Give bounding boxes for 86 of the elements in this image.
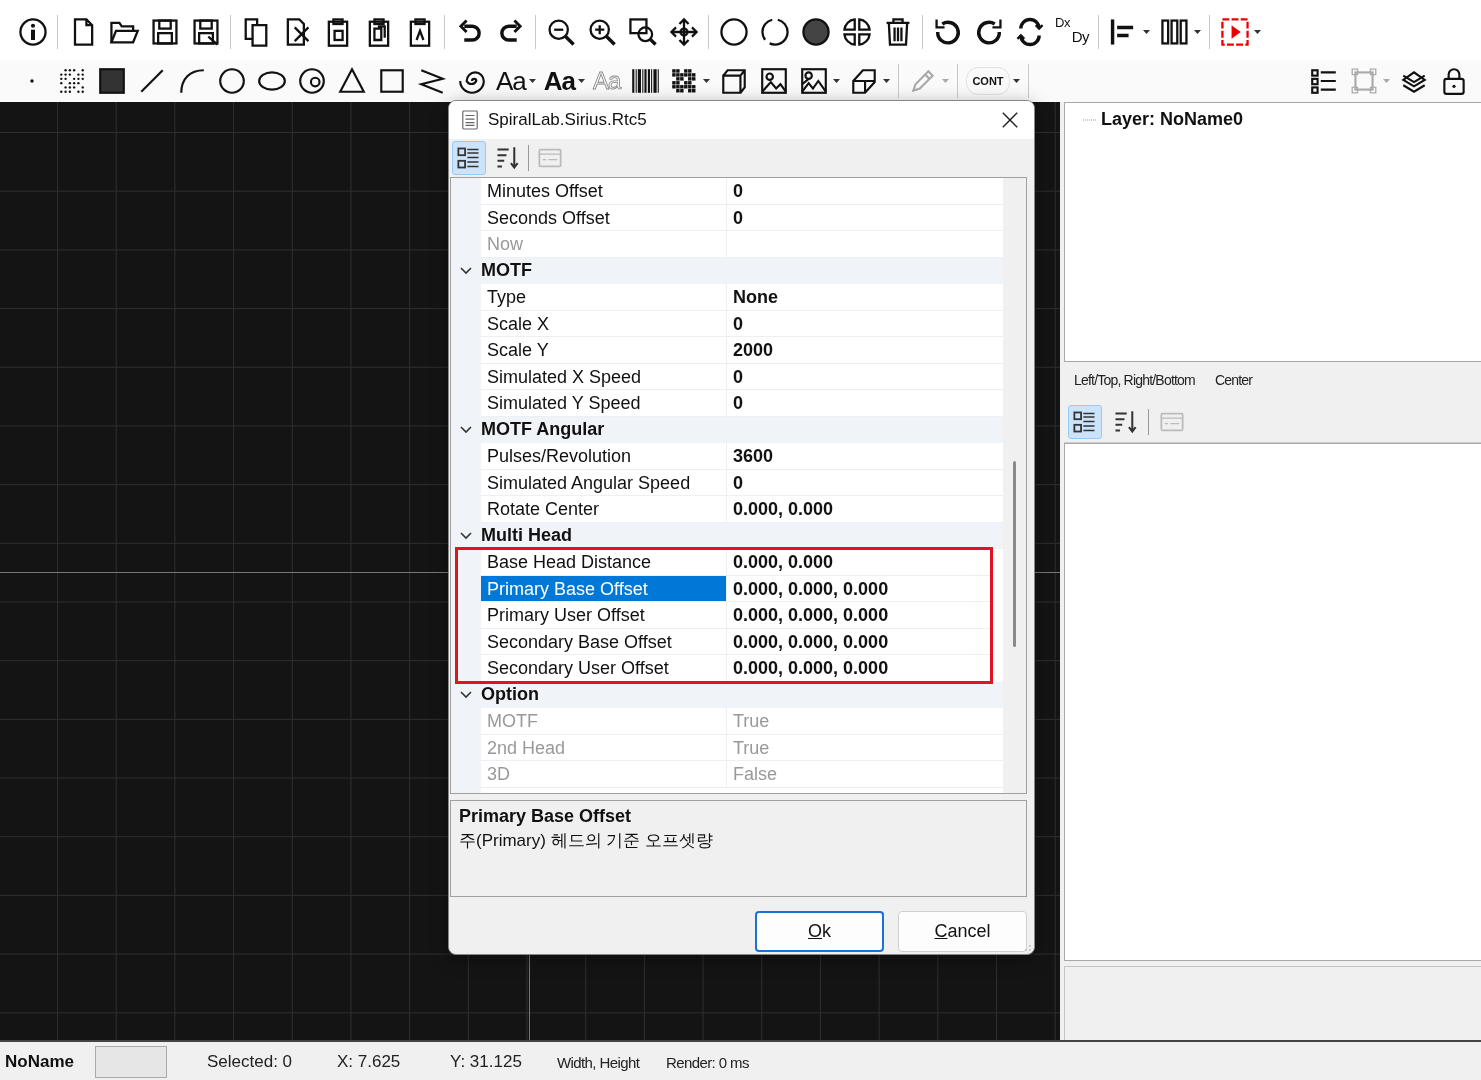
tree-item[interactable]: Layer: NoName0 bbox=[1101, 109, 1244, 130]
description-text: 주(Primary) 헤드의 기준 오프셋량 bbox=[459, 830, 715, 852]
property-value[interactable]: 0 bbox=[733, 366, 743, 387]
status-text: Width, Height bbox=[557, 1053, 641, 1071]
description-title: Primary Base Offset bbox=[459, 806, 633, 827]
zoom-window-icon[interactable] bbox=[626, 16, 659, 48]
caret-icon[interactable] bbox=[1254, 30, 1261, 34]
mode-button[interactable]: CONT bbox=[966, 67, 1010, 95]
property-value[interactable]: 0.000, 0.000 bbox=[733, 552, 834, 572]
property-name[interactable]: Scale X bbox=[481, 310, 727, 337]
category-name[interactable]: Option bbox=[481, 684, 539, 706]
property-value[interactable]: 0 bbox=[733, 313, 743, 334]
property-value[interactable]: 0.000, 0.000, 0.000 bbox=[733, 658, 889, 678]
resize-grip-icon[interactable] bbox=[1022, 942, 1032, 952]
property-name[interactable]: Pulses/Revolution bbox=[481, 443, 727, 470]
tree-connector-icon bbox=[1083, 118, 1097, 121]
property-name[interactable]: Base Head Distance bbox=[481, 549, 727, 576]
property-name[interactable]: Rotate Center bbox=[481, 496, 727, 523]
property-name[interactable]: Primary User Offset bbox=[481, 602, 727, 629]
status-text: Y: 31.125 bbox=[450, 1052, 523, 1072]
scrollbar-thumb[interactable] bbox=[1013, 461, 1016, 647]
property-value[interactable]: 2000 bbox=[733, 340, 774, 360]
document-name: NoName bbox=[4, 1052, 75, 1072]
category-name[interactable]: Multi Head bbox=[481, 525, 572, 547]
property-value[interactable]: 0 bbox=[733, 472, 743, 493]
property-value[interactable]: None bbox=[733, 287, 778, 307]
property-name[interactable]: Simulated Angular Speed bbox=[481, 469, 727, 496]
image-icon[interactable] bbox=[799, 66, 830, 96]
category-name[interactable]: MOTF Angular bbox=[481, 419, 605, 441]
triangle-icon[interactable] bbox=[337, 66, 367, 96]
rectangle-icon[interactable] bbox=[377, 66, 407, 96]
play-icon[interactable] bbox=[1218, 16, 1251, 48]
column-label: Left/Top, Right/Bottom bbox=[1074, 372, 1195, 390]
property-name[interactable]: Secondary User Offset bbox=[481, 655, 727, 682]
caret-icon[interactable] bbox=[833, 79, 841, 83]
property-name[interactable]: Secondary Base Offset bbox=[481, 628, 727, 655]
property-name[interactable]: Minutes Offset bbox=[481, 178, 727, 205]
categorized-view-icon[interactable] bbox=[452, 141, 486, 175]
outline-font-button[interactable]: Aa bbox=[593, 66, 621, 96]
delta-button[interactable]: Dx Dy bbox=[1055, 16, 1089, 48]
cancel-button[interactable]: Cancel bbox=[898, 911, 1027, 952]
columns-icon[interactable] bbox=[1158, 16, 1191, 48]
property-name[interactable]: Simulated Y Speed bbox=[481, 390, 727, 417]
property-value[interactable]: 0.000, 0.000, 0.000 bbox=[733, 631, 889, 652]
barcode-icon[interactable] bbox=[629, 66, 660, 96]
info-icon[interactable] bbox=[16, 16, 49, 48]
pan-icon[interactable] bbox=[667, 16, 700, 48]
categorized-view-icon[interactable] bbox=[1068, 405, 1102, 439]
property-value[interactable]: 0 bbox=[733, 393, 743, 413]
caret-icon[interactable] bbox=[528, 79, 536, 83]
property-name[interactable]: Type bbox=[481, 284, 727, 311]
circle-icon[interactable] bbox=[717, 16, 750, 48]
circle-icon[interactable] bbox=[217, 66, 247, 96]
ok-button[interactable]: Ok bbox=[755, 911, 884, 952]
list-icon[interactable] bbox=[1309, 66, 1339, 96]
property-value[interactable]: 3600 bbox=[733, 446, 774, 466]
caret-icon[interactable] bbox=[1012, 79, 1020, 83]
property-name[interactable]: Primary Base Offset bbox=[481, 575, 727, 602]
dots-icon[interactable] bbox=[57, 66, 87, 96]
property-name[interactable]: Simulated X Speed bbox=[481, 363, 727, 390]
property-value[interactable]: 0 bbox=[733, 207, 743, 228]
property-value[interactable]: 0.000, 0.000 bbox=[733, 499, 834, 519]
font-button[interactable]: Aa bbox=[496, 66, 526, 96]
category-name[interactable]: MOTF bbox=[481, 260, 532, 282]
caret-icon[interactable] bbox=[578, 79, 586, 83]
caret-icon[interactable] bbox=[1143, 30, 1150, 34]
close-icon[interactable] bbox=[1001, 111, 1019, 129]
property-value[interactable]: 0 bbox=[733, 181, 743, 201]
group-icon[interactable] bbox=[840, 16, 873, 48]
caret-icon[interactable] bbox=[703, 79, 711, 83]
status-text: Render: 0 ms bbox=[666, 1053, 749, 1071]
property-name[interactable]: Scale Y bbox=[481, 337, 727, 364]
column-label: Center bbox=[1214, 372, 1253, 390]
property-value[interactable]: 0.000, 0.000, 0.000 bbox=[733, 578, 889, 599]
bold-font-button[interactable]: Aa bbox=[543, 66, 576, 96]
raster-icon[interactable] bbox=[97, 66, 127, 96]
status-text: X: 7.625 bbox=[337, 1052, 402, 1072]
window-title: SpiralLab.Sirius.Rtc5 bbox=[488, 110, 648, 130]
window-icon bbox=[461, 109, 479, 131]
image-icon[interactable] bbox=[759, 66, 790, 96]
arc-icon[interactable] bbox=[177, 66, 207, 96]
caret-icon[interactable] bbox=[883, 79, 891, 83]
status-text: Selected: 0 bbox=[207, 1052, 294, 1072]
property-value[interactable]: 0.000, 0.000, 0.000 bbox=[733, 605, 889, 625]
caret-icon[interactable] bbox=[1194, 30, 1201, 34]
property-name[interactable]: Seconds Offset bbox=[481, 204, 727, 231]
